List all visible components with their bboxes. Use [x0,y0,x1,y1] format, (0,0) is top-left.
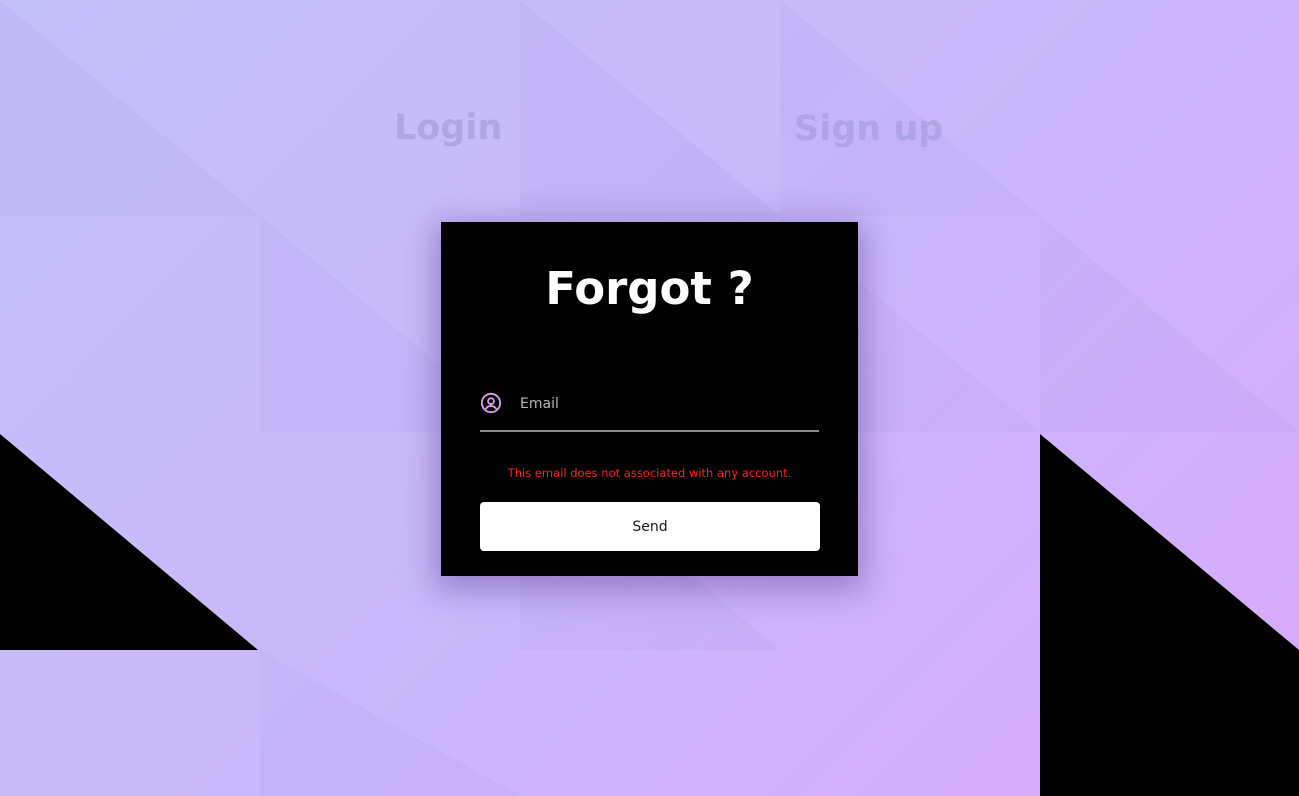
send-button[interactable]: Send [480,502,820,551]
email-input[interactable] [520,392,815,416]
nav-signup-link[interactable]: Sign up [794,109,943,149]
decor-triangle-right [1040,434,1299,796]
user-circle-icon [480,392,502,414]
decor-triangle-left [0,434,258,650]
nav-login-link[interactable]: Login [394,108,502,148]
page-title: Forgot ? [545,262,754,315]
error-message: This email does not associated with any … [507,466,792,480]
forgot-password-page: Login Sign up Forgot ? This email does n… [0,0,1299,796]
email-field-row [480,388,819,432]
